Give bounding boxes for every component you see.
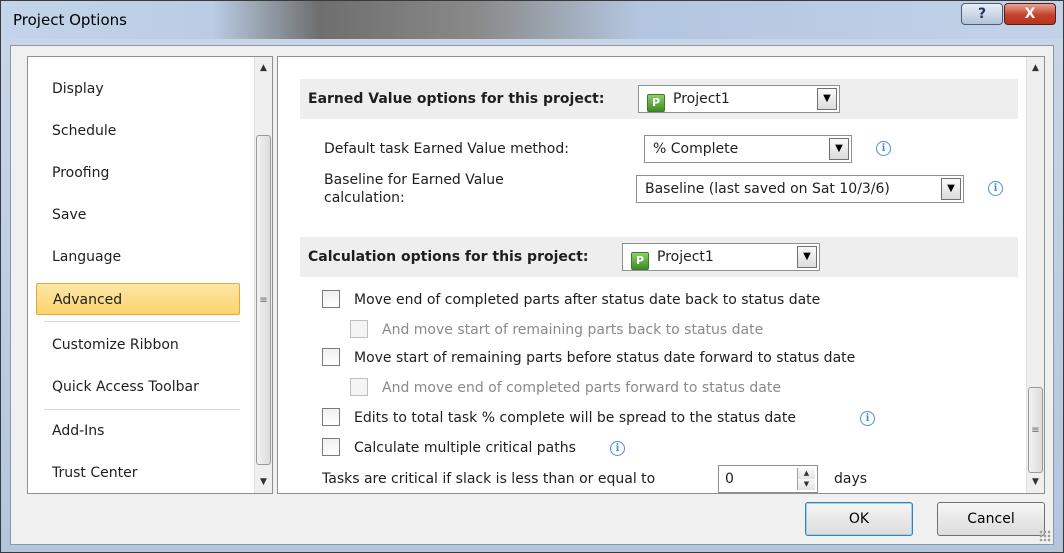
checkbox (350, 320, 368, 338)
nav-item-save[interactable]: Save (36, 199, 246, 231)
nav-item-schedule[interactable]: Schedule (36, 115, 246, 147)
option-label: Edits to total task % complete will be s… (354, 410, 796, 426)
option-move-start-remaining-back: And move start of remaining parts back t… (350, 319, 763, 341)
info-icon[interactable]: i (988, 181, 1003, 196)
checkbox[interactable] (322, 348, 340, 366)
earned-value-method-select[interactable]: % Complete ▼ (644, 135, 852, 163)
slack-days-spinner[interactable]: 0 ▲ ▼ (718, 465, 818, 493)
baseline-select[interactable]: Baseline (last saved on Sat 10/3/6) ▼ (636, 175, 964, 203)
earned-value-header-label: Earned Value options for this project: (308, 91, 605, 107)
nav-item-display[interactable]: Display (36, 73, 246, 105)
scroll-up-arrow-icon[interactable]: ▲ (255, 59, 272, 77)
option-label: And move end of completed parts forward … (382, 380, 781, 396)
spin-down-arrow-icon[interactable]: ▼ (798, 479, 815, 490)
calculation-project-value: Project1 (657, 249, 714, 265)
nav-item-advanced[interactable]: Advanced (36, 283, 240, 315)
baseline-value: Baseline (last saved on Sat 10/3/6) (645, 181, 890, 197)
scroll-down-arrow-icon[interactable]: ▼ (255, 473, 272, 491)
baseline-label: Baseline for Earned Value calculation: (324, 171, 504, 207)
earned-value-method-label: Default task Earned Value method: (324, 141, 569, 157)
checkbox[interactable] (322, 438, 340, 456)
option-move-end-completed[interactable]: Move end of completed parts after status… (322, 289, 820, 311)
chevron-down-icon[interactable]: ▼ (829, 138, 849, 160)
option-multiple-critical-paths[interactable]: Calculate multiple critical paths (322, 437, 576, 459)
option-move-end-completed-forward: And move end of completed parts forward … (350, 377, 781, 399)
calculation-project-select[interactable]: P Project1 ▼ (622, 243, 820, 271)
nav-item-customize-ribbon[interactable]: Customize Ribbon (36, 329, 246, 361)
spinner-buttons[interactable]: ▲ ▼ (797, 468, 815, 490)
options-nav: Display Schedule Proofing Save Language … (27, 56, 273, 494)
slack-label: Tasks are critical if slack is less than… (322, 471, 656, 487)
checkbox[interactable] (322, 408, 340, 426)
chevron-down-icon[interactable]: ▼ (941, 178, 961, 200)
baseline-label-line2: calculation: (324, 190, 405, 206)
cancel-button[interactable]: Cancel (937, 502, 1045, 536)
content-scroll-thumb[interactable]: ≡ (1028, 387, 1043, 473)
option-label: Calculate multiple critical paths (354, 440, 576, 456)
scroll-up-arrow-icon[interactable]: ▲ (1027, 59, 1044, 77)
option-move-start-remaining-forward[interactable]: Move start of remaining parts before sta… (322, 347, 855, 369)
dialog-body: Display Schedule Proofing Save Language … (10, 45, 1054, 545)
advanced-options-panel: Earned Value options for this project: P… (277, 56, 1045, 494)
window-title: Project Options (13, 11, 127, 29)
nav-scroll-thumb[interactable]: ≡ (256, 135, 271, 465)
spin-up-arrow-icon[interactable]: ▲ (798, 468, 815, 479)
option-label: And move start of remaining parts back t… (382, 322, 764, 338)
resize-grip-icon[interactable] (1039, 530, 1051, 542)
earned-value-method-value: % Complete (653, 141, 739, 157)
chevron-down-icon[interactable]: ▼ (797, 246, 817, 268)
project-file-icon: P (631, 252, 649, 270)
nav-scrollbar[interactable]: ▲ ≡ ▼ (254, 57, 272, 493)
nav-divider (44, 321, 240, 322)
content-scrollbar[interactable]: ▲ ≡ ▼ (1026, 57, 1044, 493)
option-label: Move start of remaining parts before sta… (354, 350, 856, 366)
scroll-down-arrow-icon[interactable]: ▼ (1027, 473, 1044, 491)
info-icon[interactable]: i (860, 411, 875, 426)
checkbox[interactable] (322, 290, 340, 308)
title-bar[interactable]: Project Options ? X (1, 1, 1063, 39)
nav-item-trust-center[interactable]: Trust Center (36, 457, 246, 489)
nav-divider (44, 409, 240, 410)
earned-value-project-select[interactable]: P Project1 ▼ (638, 85, 840, 113)
nav-item-proofing[interactable]: Proofing (36, 157, 246, 189)
earned-value-project-value: Project1 (673, 91, 730, 107)
info-icon[interactable]: i (876, 141, 891, 156)
close-button[interactable]: X (1004, 3, 1056, 25)
chevron-down-icon[interactable]: ▼ (817, 88, 837, 110)
help-button[interactable]: ? (961, 3, 1003, 25)
slack-value: 0 (725, 471, 734, 487)
info-icon[interactable]: i (610, 441, 625, 456)
option-label: Move end of completed parts after status… (354, 292, 821, 308)
nav-item-quick-access-toolbar[interactable]: Quick Access Toolbar (36, 371, 246, 403)
nav-item-language[interactable]: Language (36, 241, 246, 273)
project-options-window: Project Options ? X Display Schedule Pro… (0, 0, 1064, 553)
baseline-label-line1: Baseline for Earned Value (324, 172, 504, 188)
slack-unit: days (834, 471, 868, 487)
ok-button[interactable]: OK (805, 502, 913, 536)
calculation-header-label: Calculation options for this project: (308, 249, 589, 265)
option-edits-spread-status-date[interactable]: Edits to total task % complete will be s… (322, 407, 796, 429)
checkbox (350, 378, 368, 396)
project-file-icon: P (647, 94, 665, 112)
nav-item-add-ins[interactable]: Add-Ins (36, 415, 246, 447)
